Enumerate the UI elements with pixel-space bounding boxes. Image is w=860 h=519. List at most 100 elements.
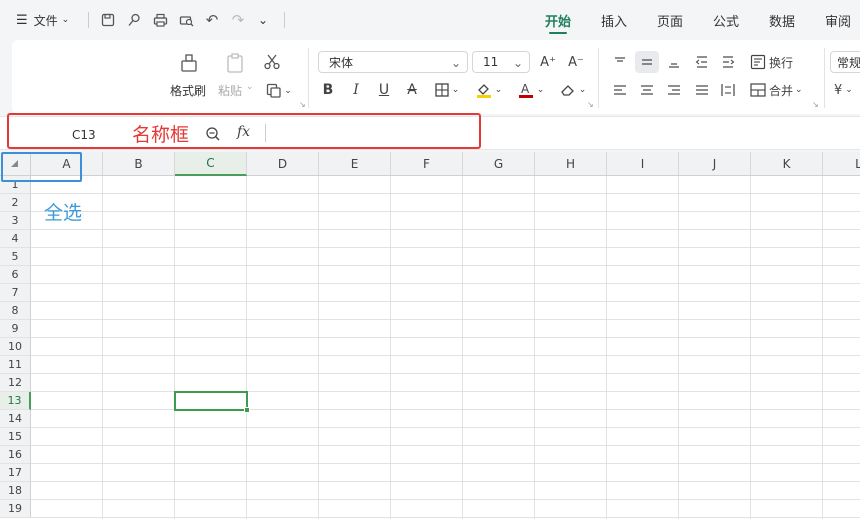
font-color-button[interactable]: A ⌄ — [514, 80, 548, 100]
decrease-font-button[interactable]: A⁻ — [566, 53, 586, 71]
copy-button[interactable]: ⌄ — [264, 82, 294, 100]
row-header-8[interactable]: 8 — [0, 302, 31, 320]
align-center-button[interactable] — [636, 80, 658, 100]
row-header-5[interactable]: 5 — [0, 248, 31, 266]
font-name-select[interactable]: 宋体 ⌄ — [318, 51, 468, 73]
number-format-select[interactable]: 常规 — [830, 51, 860, 73]
row-header-10[interactable]: 10 — [0, 338, 31, 356]
grid-line — [31, 193, 860, 194]
column-header-b[interactable]: B — [103, 152, 175, 176]
worksheet-grid[interactable]: A B C D E F G H I J K L 1 2 3 4 5 6 7 8 9 10 11 12 13 14 15 16 17 18 1… — [0, 152, 860, 519]
row-header-18[interactable]: 18 — [0, 482, 31, 500]
column-header-l[interactable]: L — [823, 152, 860, 176]
align-center-icon — [641, 85, 653, 95]
chevron-down-icon: ⌄ — [845, 85, 853, 95]
borders-button[interactable]: ⌄ — [430, 80, 464, 100]
row-header-6[interactable]: 6 — [0, 266, 31, 284]
grid-line — [31, 283, 860, 284]
currency-icon: ¥ — [834, 82, 843, 98]
font-size-select[interactable]: 11 ⌄ — [472, 51, 530, 73]
align-top-button[interactable] — [609, 51, 631, 73]
tab-data[interactable]: 数据 — [769, 0, 795, 40]
column-header-c[interactable]: C — [175, 152, 247, 176]
row-header-12[interactable]: 12 — [0, 374, 31, 392]
select-all-annotation: 全选 — [44, 202, 83, 224]
print-button[interactable] — [152, 0, 168, 40]
tab-insert[interactable]: 插入 — [601, 0, 627, 40]
wrap-text-button[interactable]: 换行 — [750, 51, 800, 73]
row-header-3[interactable]: 3 — [0, 212, 31, 230]
column-header-e[interactable]: E — [319, 152, 391, 176]
format-painter-button[interactable] — [176, 50, 202, 76]
distribute-button[interactable] — [717, 80, 739, 100]
chevron-down-icon: ⌄ — [246, 82, 254, 92]
fill-color-button[interactable]: ⌄ — [472, 80, 506, 100]
redo-button[interactable]: ↷ — [230, 0, 246, 40]
print-preview-button[interactable] — [178, 0, 194, 40]
currency-button[interactable]: ¥ ⌄ — [834, 80, 860, 100]
row-header-19[interactable]: 19 — [0, 500, 31, 518]
indent-icon — [723, 56, 735, 68]
save-icon — [100, 12, 116, 28]
justify-button[interactable] — [691, 80, 713, 100]
expand-icon[interactable]: ↘ — [812, 100, 819, 109]
quick-access-dropdown[interactable]: ⌄ — [258, 0, 268, 40]
tab-formula[interactable]: 公式 — [713, 0, 739, 40]
grid-line — [534, 176, 535, 519]
active-cell[interactable] — [174, 391, 250, 413]
cut-button[interactable] — [262, 52, 282, 72]
bold-button[interactable]: B — [318, 80, 338, 100]
row-header-2[interactable]: 2 — [0, 194, 31, 212]
column-header-d[interactable]: D — [247, 152, 319, 176]
row-header-13[interactable]: 13 — [0, 392, 31, 410]
expand-icon[interactable]: ↘ — [299, 100, 306, 109]
clear-format-button[interactable]: ⌄ — [556, 80, 590, 100]
merge-cells-icon — [750, 83, 766, 97]
row-header-7[interactable]: 7 — [0, 284, 31, 302]
decrease-indent-button[interactable] — [691, 51, 713, 73]
redo-icon: ↷ — [231, 11, 245, 29]
brush-icon — [181, 54, 197, 72]
align-right-button[interactable] — [663, 80, 685, 100]
merge-cells-button[interactable]: 合并 ⌄ — [750, 80, 808, 100]
italic-button[interactable]: I — [346, 80, 366, 100]
column-header-h[interactable]: H — [535, 152, 607, 176]
column-header-g[interactable]: G — [463, 152, 535, 176]
row-header-4[interactable]: 4 — [0, 230, 31, 248]
align-middle-button[interactable] — [635, 51, 659, 73]
row-header-14[interactable]: 14 — [0, 410, 31, 428]
file-menu[interactable]: ☰ 文件 ⌄ — [16, 0, 69, 40]
save-button[interactable] — [100, 0, 116, 40]
row-header-11[interactable]: 11 — [0, 356, 31, 374]
increase-indent-button[interactable] — [717, 51, 739, 73]
tab-page[interactable]: 页面 — [657, 0, 683, 40]
grid-line — [462, 176, 463, 519]
fill-handle[interactable] — [244, 407, 250, 413]
font-name-value: 宋体 — [329, 55, 354, 70]
row-header-15[interactable]: 15 — [0, 428, 31, 446]
row-header-17[interactable]: 17 — [0, 464, 31, 482]
strikethrough-button[interactable]: A — [402, 80, 422, 100]
row-header-9[interactable]: 9 — [0, 320, 31, 338]
share-button[interactable] — [126, 0, 142, 40]
number-format-value: 常规 — [837, 55, 860, 70]
font-size-value: 11 — [483, 55, 499, 69]
expand-icon[interactable]: ↘ — [587, 100, 594, 109]
grid-line — [31, 481, 860, 482]
column-header-f[interactable]: F — [391, 152, 463, 176]
column-header-i[interactable]: I — [607, 152, 679, 176]
tab-review[interactable]: 审阅 — [825, 0, 851, 40]
column-header-k[interactable]: K — [751, 152, 823, 176]
paste-button[interactable] — [222, 50, 248, 76]
underline-button[interactable]: U — [374, 80, 394, 100]
align-left-button[interactable] — [609, 80, 631, 100]
chevron-down-icon: ⌄ — [494, 85, 503, 95]
tab-home[interactable]: 开始 — [545, 0, 571, 40]
increase-font-button[interactable]: A⁺ — [538, 53, 558, 71]
row-header-16[interactable]: 16 — [0, 446, 31, 464]
grid-line — [102, 176, 103, 519]
undo-button[interactable]: ↶ — [204, 0, 220, 40]
align-bottom-button[interactable] — [663, 51, 685, 73]
align-bottom-icon — [669, 63, 679, 68]
column-header-j[interactable]: J — [679, 152, 751, 176]
